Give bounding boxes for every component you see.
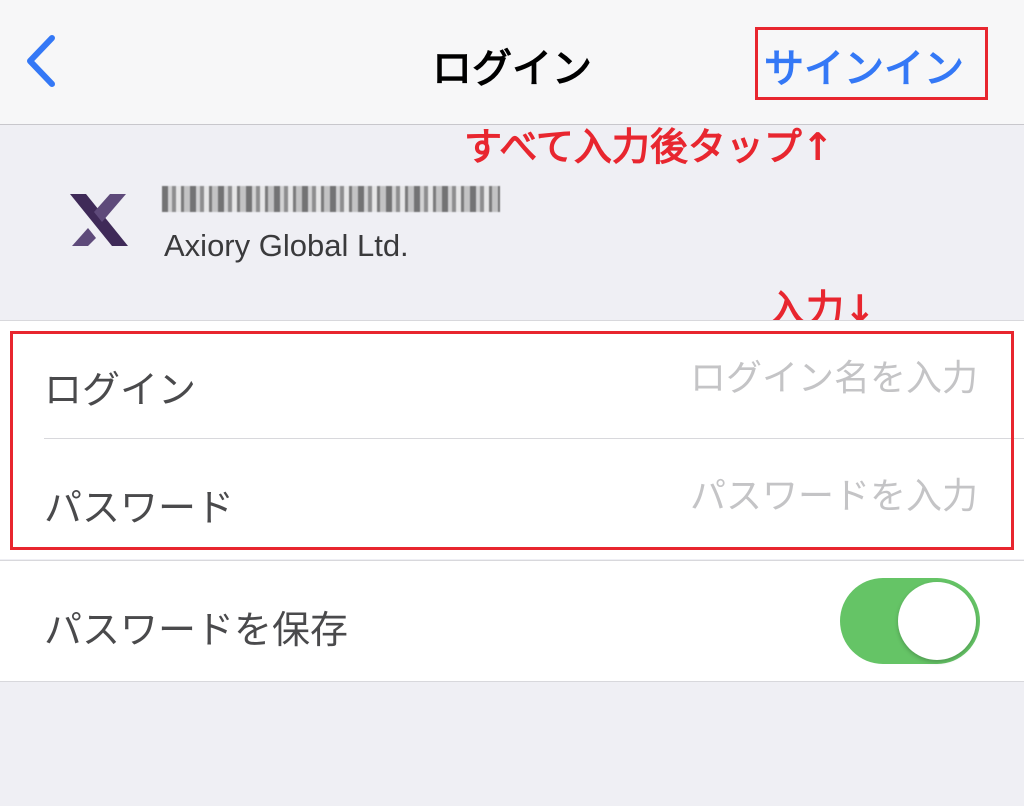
back-button[interactable] <box>18 30 68 94</box>
chevron-left-icon <box>27 35 55 87</box>
toggle-knob <box>898 582 976 660</box>
axiory-logo-icon <box>70 194 128 246</box>
fields-highlight-box <box>10 331 1014 550</box>
save-password-toggle[interactable] <box>840 578 980 664</box>
server-company-name: Axiory Global Ltd. <box>164 228 409 263</box>
server-name-redacted <box>162 186 500 212</box>
signin-highlight-box <box>755 27 988 100</box>
save-password-label: パスワードを保存 <box>44 608 349 652</box>
annotation-tap-after-input: すべて入力後タップ↑ <box>464 125 834 169</box>
